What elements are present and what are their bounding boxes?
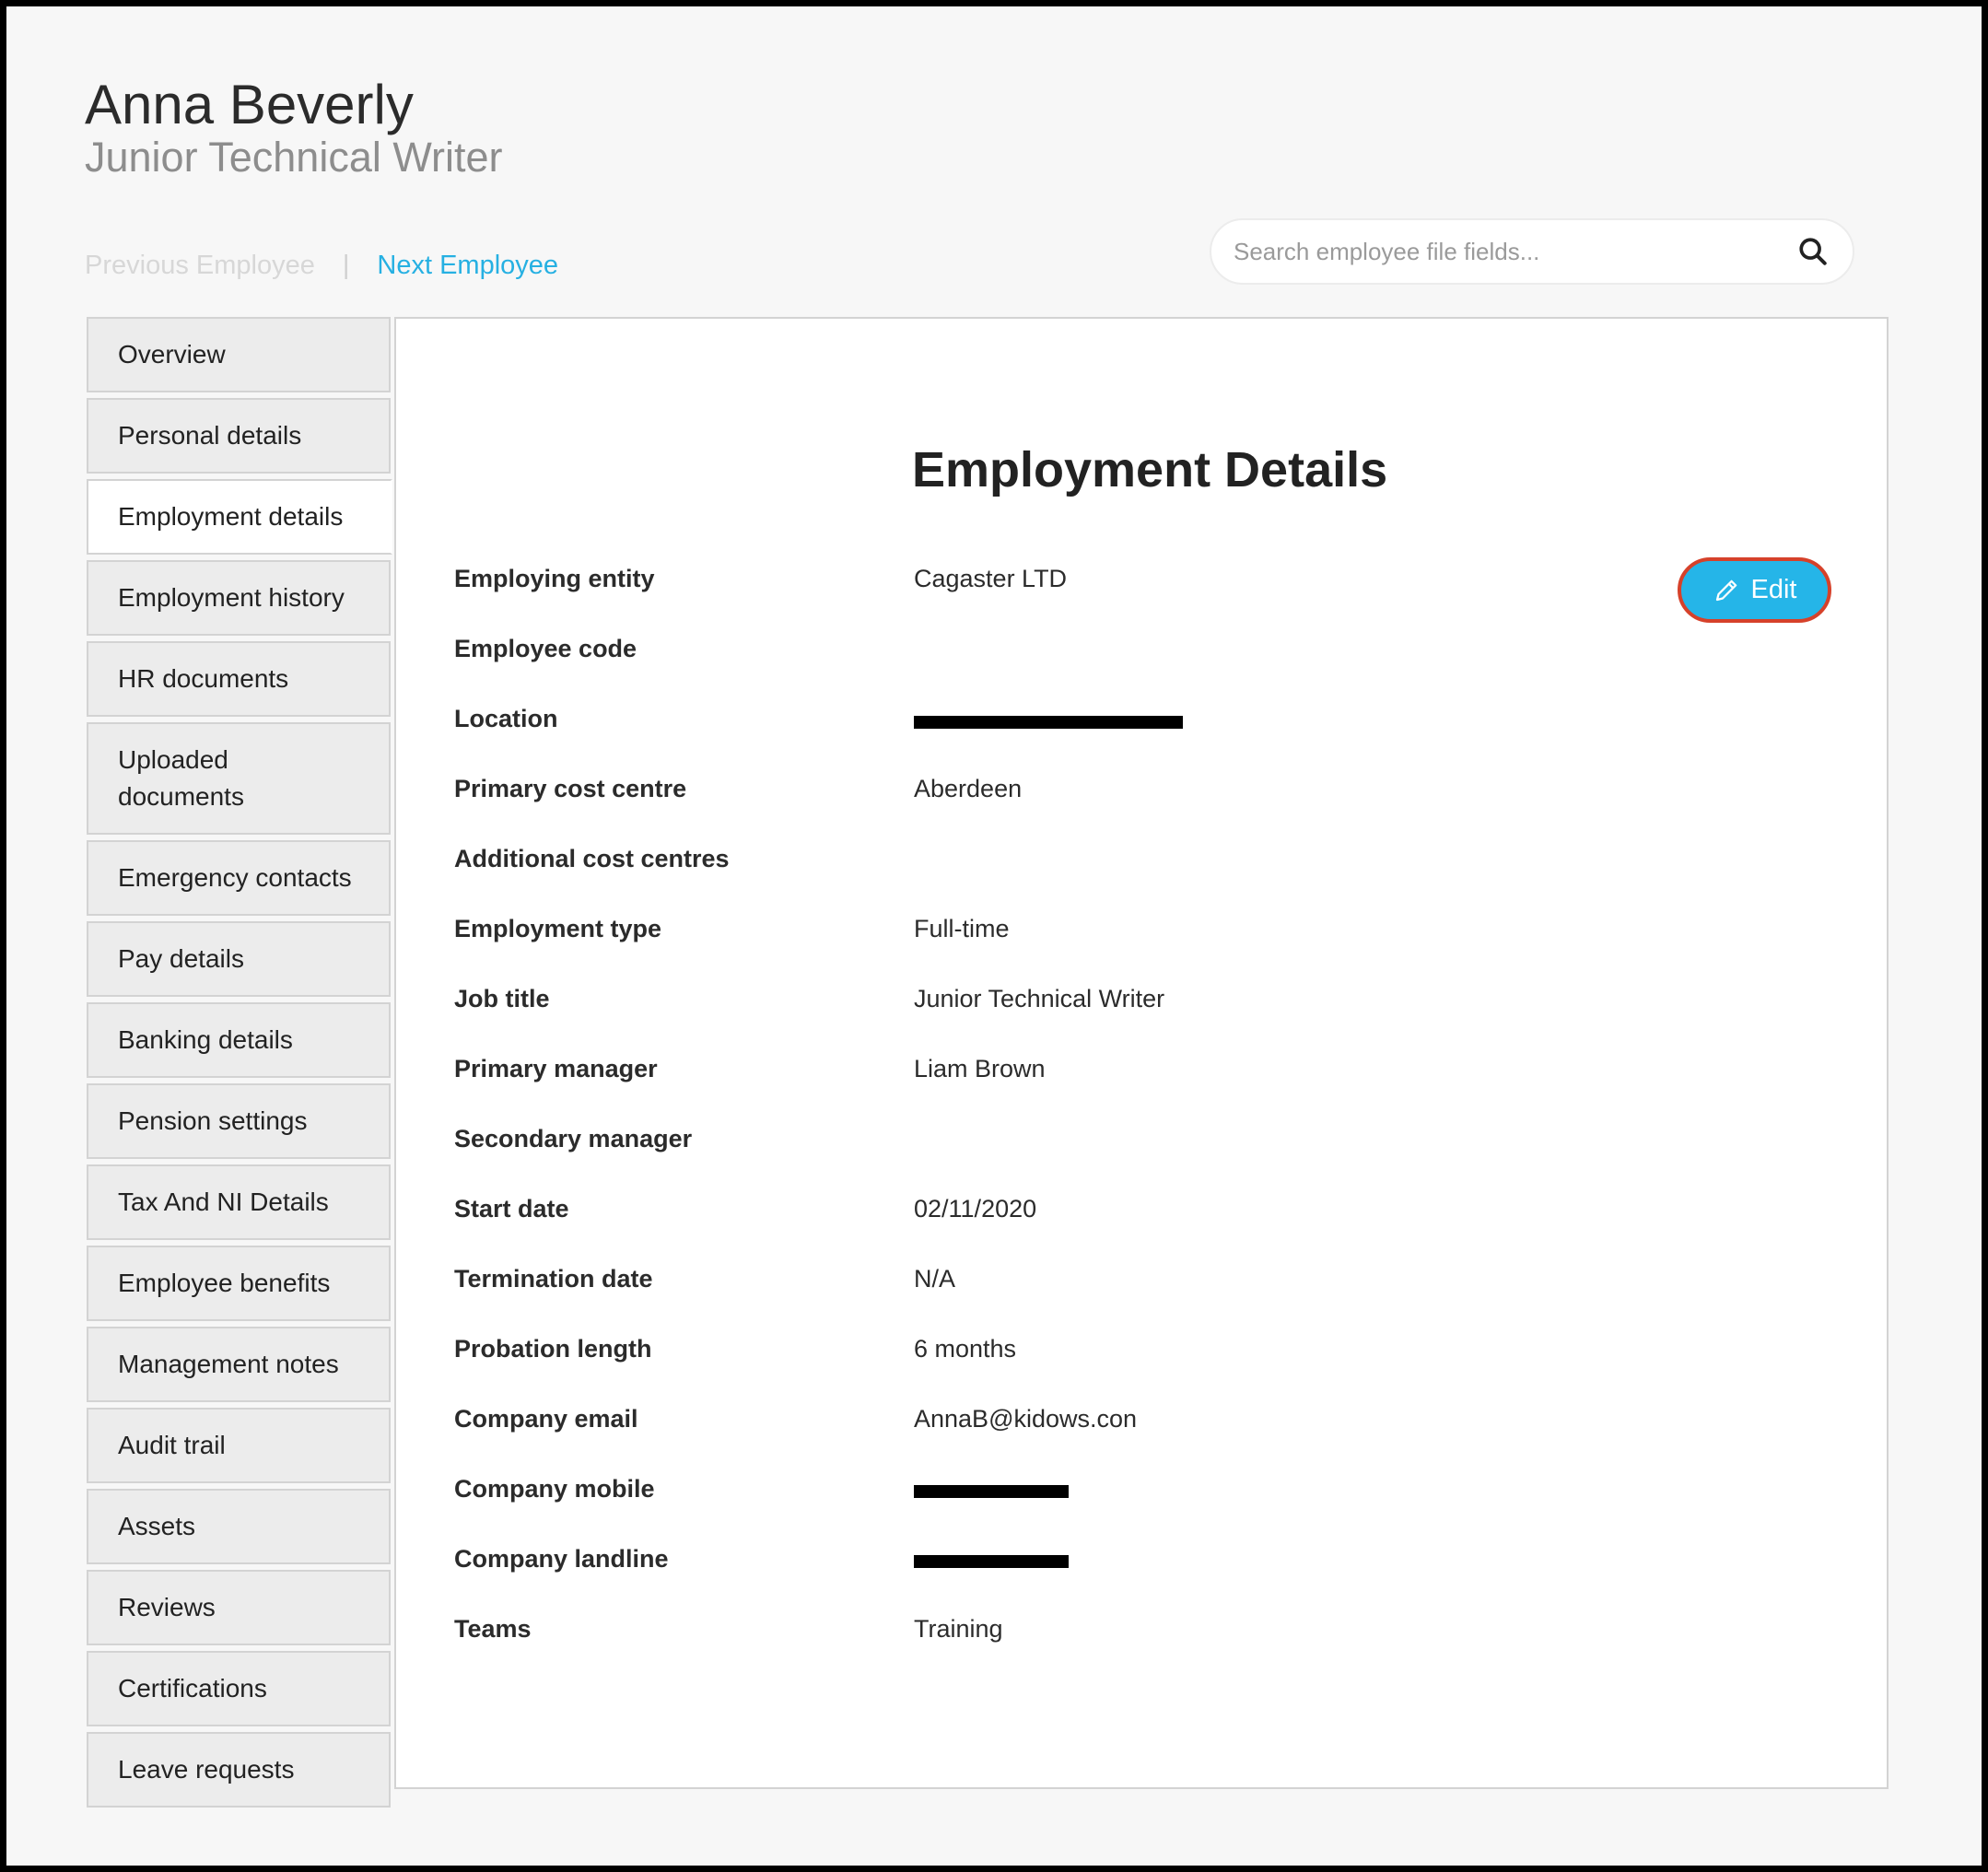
sidebar-item-uploaded-documents[interactable]: Uploaded documents <box>87 722 391 835</box>
field-label-additional-cost-centres: Additional cost centres <box>454 845 730 872</box>
sidebar-item-banking-details[interactable]: Banking details <box>87 1002 391 1078</box>
field-label-company-landline: Company landline <box>454 1545 669 1573</box>
sidebar-item-leave-requests[interactable]: Leave requests <box>87 1732 391 1808</box>
sidebar-item-label: Reviews <box>118 1593 216 1621</box>
edit-button[interactable]: Edit <box>1678 557 1831 623</box>
employment-details-panel: Employment Details Edit Employing entity… <box>394 317 1889 1789</box>
sidebar-item-audit-trail[interactable]: Audit trail <box>87 1408 391 1483</box>
sidebar-item-label: Tax And NI Details <box>118 1188 329 1216</box>
employee-job-title: Junior Technical Writer <box>85 134 503 181</box>
sidebar-item-emergency-contacts[interactable]: Emergency contacts <box>87 840 391 916</box>
sidebar-item-label: Emergency contacts <box>118 863 352 892</box>
sidebar-item-employment-history[interactable]: Employment history <box>87 560 391 636</box>
sidebar-item-label: Management notes <box>118 1350 339 1378</box>
sidebar-item-label: Pay details <box>118 944 244 973</box>
field-value-job-title: Junior Technical Writer <box>914 985 1165 1012</box>
search-input[interactable] <box>1211 219 1797 284</box>
field-label-company-mobile: Company mobile <box>454 1475 655 1503</box>
field-value-company-email: AnnaB@kidows.con <box>914 1405 1138 1433</box>
sidebar-item-pay-details[interactable]: Pay details <box>87 921 391 997</box>
sidebar-item-hr-documents[interactable]: HR documents <box>87 641 391 717</box>
sidebar-item-employment-details[interactable]: Employment details <box>87 479 392 555</box>
field-label-start-date: Start date <box>454 1195 569 1223</box>
sidebar-item-label: Certifications <box>118 1674 267 1702</box>
field-label-location: Location <box>454 705 558 732</box>
employee-navigation: Previous Employee | Next Employee <box>85 251 558 281</box>
sidebar-item-label: Overview <box>118 340 226 369</box>
field-value-primary-manager: Liam Brown <box>914 1055 1046 1082</box>
redacted-company-landline <box>914 1555 1069 1568</box>
sidebar-item-label: Personal details <box>118 421 302 450</box>
sidebar-item-label: HR documents <box>118 664 289 693</box>
field-label-primary-cost-centre: Primary cost centre <box>454 775 687 802</box>
field-value-teams: Training <box>914 1615 1003 1643</box>
field-label-primary-manager: Primary manager <box>454 1055 658 1082</box>
pencil-icon <box>1715 579 1737 601</box>
sidebar-item-certifications[interactable]: Certifications <box>87 1651 391 1726</box>
next-employee-link[interactable]: Next Employee <box>377 251 558 281</box>
sidebar-item-label: Employee benefits <box>118 1269 331 1297</box>
sidebar-item-management-notes[interactable]: Management notes <box>87 1327 391 1402</box>
sidebar-item-label: Uploaded documents <box>118 745 244 811</box>
sidebar-item-label: Audit trail <box>118 1431 226 1459</box>
field-label-employee-code: Employee code <box>454 635 637 662</box>
field-label-probation-length: Probation length <box>454 1335 652 1363</box>
redacted-location <box>914 716 1183 729</box>
field-value-termination-date: N/A <box>914 1265 956 1293</box>
sidebar-item-assets[interactable]: Assets <box>87 1489 391 1564</box>
sidebar-item-label: Leave requests <box>118 1755 295 1784</box>
search-bar <box>1210 218 1854 285</box>
field-label-teams: Teams <box>454 1615 532 1643</box>
field-label-secondary-manager: Secondary manager <box>454 1125 693 1152</box>
sidebar-item-overview[interactable]: Overview <box>87 317 391 392</box>
sidebar-item-pension-settings[interactable]: Pension settings <box>87 1083 391 1159</box>
field-value-start-date: 02/11/2020 <box>914 1195 1037 1223</box>
sidebar-item-label: Employment history <box>118 583 345 612</box>
sidebar-item-personal-details[interactable]: Personal details <box>87 398 391 474</box>
field-value-primary-cost-centre: Aberdeen <box>914 775 1023 802</box>
field-value-employing-entity: Cagaster LTD <box>914 565 1068 592</box>
field-value-employment-type: Full-time <box>914 915 1010 942</box>
sidebar-item-label: Assets <box>118 1512 196 1540</box>
panel-title: Employment Details <box>912 442 1388 497</box>
app-frame: Anna Beverly Junior Technical Writer Pre… <box>6 6 1982 1866</box>
field-label-employing-entity: Employing entity <box>454 565 655 592</box>
field-label-job-title: Job title <box>454 985 550 1012</box>
edit-button-label: Edit <box>1750 575 1797 604</box>
sidebar-item-label: Banking details <box>118 1025 293 1054</box>
field-label-termination-date: Termination date <box>454 1265 653 1293</box>
field-label-company-email: Company email <box>454 1405 638 1433</box>
sidebar-item-employee-benefits[interactable]: Employee benefits <box>87 1246 391 1321</box>
field-label-employment-type: Employment type <box>454 915 662 942</box>
sidebar-item-reviews[interactable]: Reviews <box>87 1570 391 1645</box>
sidebar-item-tax-and-ni-details[interactable]: Tax And NI Details <box>87 1164 391 1240</box>
employee-name: Anna Beverly <box>85 74 414 135</box>
redacted-company-mobile <box>914 1485 1069 1498</box>
sidebar-item-label: Employment details <box>118 502 344 531</box>
search-icon[interactable] <box>1797 236 1829 267</box>
previous-employee-link[interactable]: Previous Employee <box>85 251 315 281</box>
field-value-probation-length: 6 months <box>914 1335 1017 1363</box>
nav-separator: | <box>342 251 350 280</box>
sidebar-item-label: Pension settings <box>118 1106 308 1135</box>
